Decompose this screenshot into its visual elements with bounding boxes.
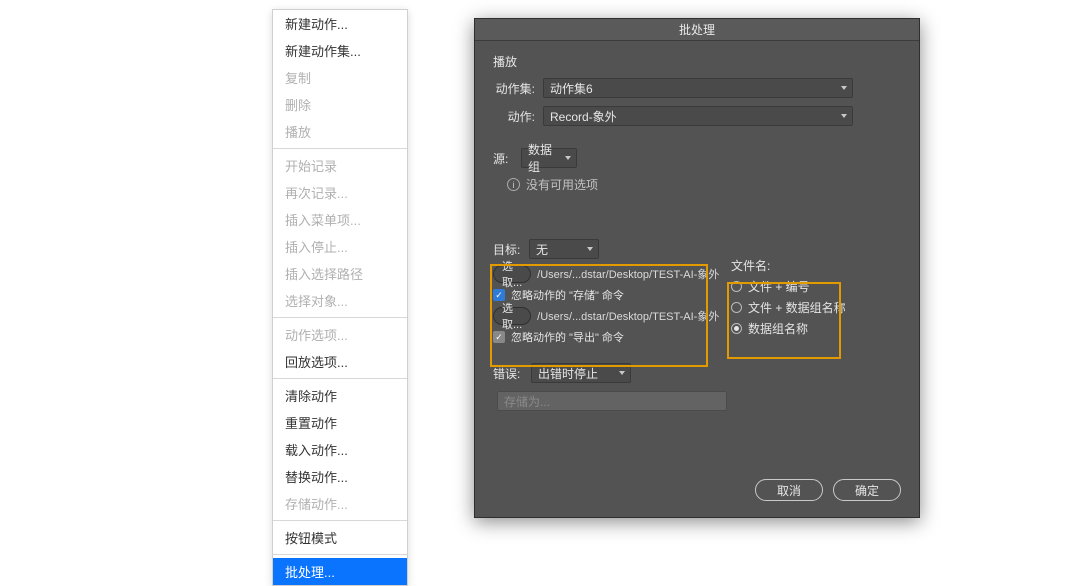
error-label: 错误:: [493, 365, 523, 382]
action-label: 动作:: [493, 108, 535, 125]
destination-value: 无: [536, 241, 548, 258]
chevron-down-icon: [841, 86, 847, 90]
action-select[interactable]: Record-象外: [543, 106, 853, 126]
menu-play: 播放: [273, 118, 407, 145]
menu-save-actions: 存储动作...: [273, 490, 407, 517]
override-export-label: 忽略动作的 "导出" 命令: [511, 329, 624, 345]
choose-folder-2-button[interactable]: 选取...: [493, 307, 531, 325]
destination-select[interactable]: 无: [529, 239, 599, 259]
filename-label: 文件名:: [731, 257, 846, 274]
cancel-button[interactable]: 取消: [755, 479, 823, 501]
menu-clear-actions[interactable]: 清除动作: [273, 382, 407, 409]
menu-action-options: 动作选项...: [273, 321, 407, 348]
source-label: 源:: [493, 150, 513, 167]
destination-label: 目标:: [493, 241, 521, 258]
action-set-value: 动作集6: [550, 80, 593, 97]
action-set-select[interactable]: 动作集6: [543, 78, 853, 98]
dialog-title: 批处理: [475, 19, 919, 41]
source-select[interactable]: 数据组: [521, 148, 577, 168]
chevron-down-icon: [565, 156, 571, 160]
menu-delete: 删除: [273, 91, 407, 118]
ok-button[interactable]: 确定: [833, 479, 901, 501]
menu-new-action[interactable]: 新建动作...: [273, 10, 407, 37]
menu-separator: [273, 317, 407, 318]
batch-dialog: 批处理 播放 动作集: 动作集6 动作: Record-象外 源: 数据组: [474, 18, 920, 518]
action-set-label: 动作集:: [493, 80, 535, 97]
filename-radio-datagroup-name[interactable]: [731, 302, 742, 313]
choose-folder-1-button[interactable]: 选取...: [493, 265, 531, 283]
menu-separator: [273, 378, 407, 379]
menu-separator: [273, 148, 407, 149]
menu-button-mode[interactable]: 按钮模式: [273, 524, 407, 551]
menu-insert-menu-item: 插入菜单项...: [273, 206, 407, 233]
override-save-label: 忽略动作的 "存储" 命令: [511, 287, 624, 303]
error-value: 出错时停止: [538, 365, 598, 382]
actions-context-menu: 新建动作... 新建动作集... 复制 删除 播放 开始记录 再次记录... 插…: [272, 9, 408, 586]
choose-folder-1-path: /Users/...dstar/Desktop/TEST-AI-象外: [537, 266, 719, 282]
menu-insert-stop: 插入停止...: [273, 233, 407, 260]
action-value: Record-象外: [550, 108, 617, 125]
filename-radio-number-label: 文件 + 编号: [748, 278, 810, 295]
save-as-input: 存储为...: [497, 391, 727, 411]
menu-duplicate: 复制: [273, 64, 407, 91]
menu-new-action-set[interactable]: 新建动作集...: [273, 37, 407, 64]
info-icon: i: [507, 178, 520, 191]
menu-select-object: 选择对象...: [273, 287, 407, 314]
menu-start-recording: 开始记录: [273, 152, 407, 179]
menu-load-actions[interactable]: 载入动作...: [273, 436, 407, 463]
play-section-label: 播放: [493, 53, 901, 70]
menu-playback-options[interactable]: 回放选项...: [273, 348, 407, 375]
choose-folder-2-path: /Users/...dstar/Desktop/TEST-AI-象外: [537, 308, 719, 324]
menu-separator: [273, 520, 407, 521]
filename-radio-datagroup-only[interactable]: [731, 323, 742, 334]
menu-insert-select-path: 插入选择路径: [273, 260, 407, 287]
menu-record-again: 再次记录...: [273, 179, 407, 206]
menu-reset-actions[interactable]: 重置动作: [273, 409, 407, 436]
chevron-down-icon: [619, 371, 625, 375]
override-export-checkbox[interactable]: ✓: [493, 331, 505, 343]
chevron-down-icon: [841, 114, 847, 118]
error-select[interactable]: 出错时停止: [531, 363, 631, 383]
filename-radio-number[interactable]: [731, 281, 742, 292]
filename-radio-datagroup-only-label: 数据组名称: [748, 320, 808, 337]
filename-radio-datagroup-name-label: 文件 + 数据组名称: [748, 299, 846, 316]
menu-replace-actions[interactable]: 替换动作...: [273, 463, 407, 490]
no-options-text: 没有可用选项: [526, 176, 598, 193]
source-value: 数据组: [528, 141, 558, 175]
menu-separator: [273, 554, 407, 555]
chevron-down-icon: [587, 247, 593, 251]
menu-batch[interactable]: 批处理...: [273, 558, 407, 585]
